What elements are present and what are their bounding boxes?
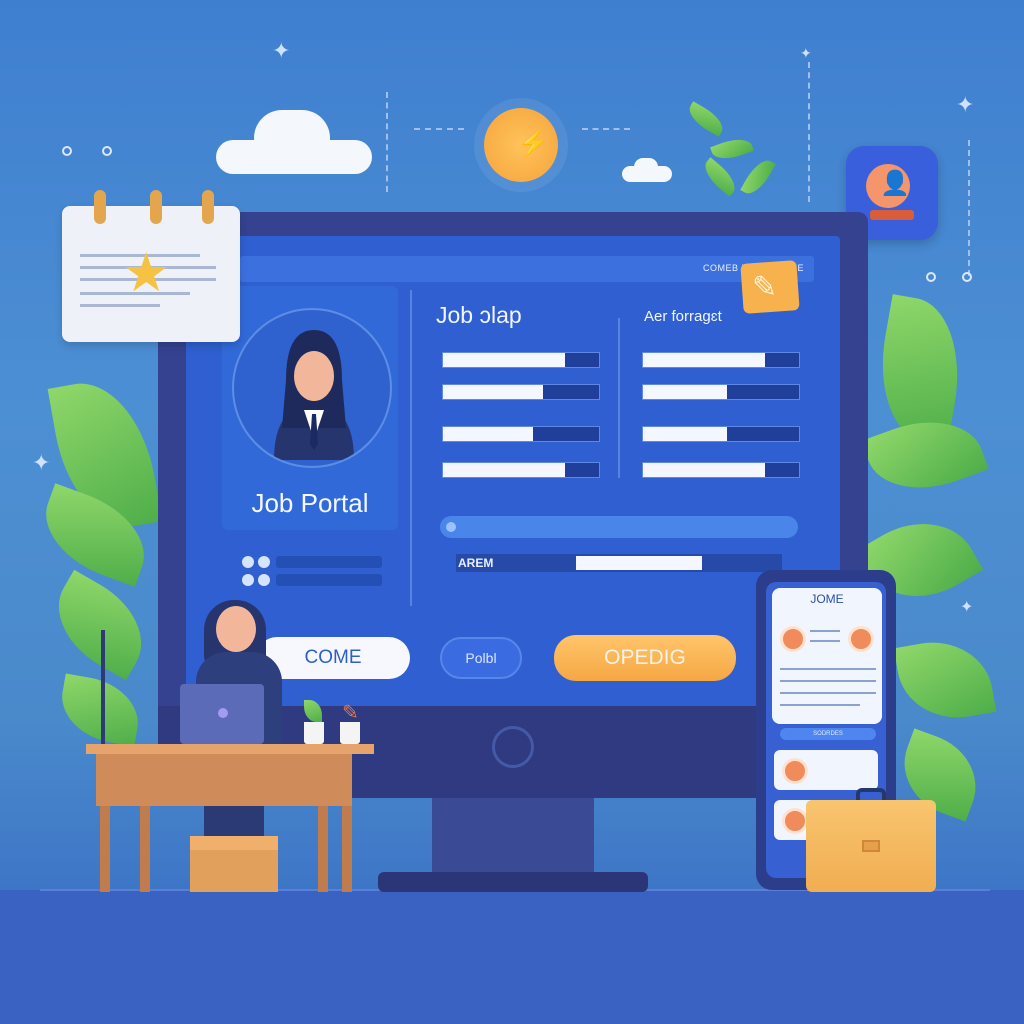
plant-leaf <box>710 133 754 165</box>
avatar <box>782 758 808 784</box>
screen-topbar: COMEB DNOTMOTNE <box>240 256 814 282</box>
monitor-stand <box>432 798 594 878</box>
portal-title: Job Portal <box>251 488 369 518</box>
guide-line <box>582 128 630 130</box>
plant-leaf <box>698 157 742 197</box>
search-input[interactable] <box>440 516 798 538</box>
phone-line <box>780 668 876 670</box>
list-item[interactable] <box>276 556 382 568</box>
desk-leg <box>100 806 110 892</box>
briefcase-latch <box>862 840 880 852</box>
box-lid <box>190 836 278 850</box>
laptop-logo-icon <box>218 708 228 718</box>
phone-line <box>780 692 876 694</box>
list-item[interactable] <box>276 574 382 586</box>
desk-top <box>86 744 374 754</box>
desk-leg <box>342 806 352 892</box>
match-bar <box>642 462 800 478</box>
skill-bar <box>442 352 600 368</box>
badge-stand <box>870 210 914 220</box>
job-heading: Job ɔlap <box>436 302 522 328</box>
match-bar-fill <box>643 463 765 477</box>
skill-bar-fill <box>443 353 565 367</box>
skill-bar <box>442 426 600 442</box>
sparkle-icon: ✦ <box>960 599 974 616</box>
calendar-ring <box>202 190 214 224</box>
woman-avatar-icon <box>274 330 354 460</box>
list-bullet-icon <box>242 574 254 586</box>
column-divider <box>618 318 620 478</box>
desk-leg <box>318 806 328 892</box>
desk-body <box>96 754 352 806</box>
right-heading: Aer forragɛt <box>644 308 722 325</box>
match-bar <box>642 352 800 368</box>
person-legs <box>204 806 264 840</box>
apply-field[interactable] <box>576 556 702 570</box>
sparkle-icon: ✦ <box>32 450 51 475</box>
phone-button[interactable]: SODRDES <box>780 728 876 740</box>
apply-label: AREM <box>458 556 494 570</box>
power-button-icon[interactable] <box>492 726 534 768</box>
guide-line <box>414 128 464 130</box>
plant-leaf <box>684 101 728 137</box>
skill-bar-fill <box>443 385 543 399</box>
avatar <box>782 808 808 834</box>
match-bar <box>642 384 800 400</box>
phone-line <box>810 640 840 642</box>
avatar <box>848 626 874 652</box>
match-bar-fill <box>643 385 728 399</box>
cloud-large-top <box>254 110 330 166</box>
skill-bar-fill <box>443 427 534 441</box>
match-bar-fill <box>643 427 728 441</box>
column-divider <box>410 290 412 606</box>
match-bar <box>642 426 800 442</box>
skill-bar <box>442 462 600 478</box>
sparkle-icon: ✦ <box>800 45 812 61</box>
sparkle-icon: ✦ <box>956 92 975 117</box>
calendar-line <box>80 304 160 307</box>
list-bullet-icon <box>242 556 254 568</box>
phone-title: JOME <box>810 592 844 606</box>
plant-leaf <box>740 155 776 199</box>
skill-bar <box>442 384 600 400</box>
phone-line <box>780 680 876 682</box>
list-bullet-icon <box>258 574 270 586</box>
search-dot-icon <box>446 522 456 532</box>
avatar <box>780 626 806 652</box>
plant-leaf <box>39 569 161 681</box>
person-head <box>216 606 256 652</box>
pencil-cup <box>340 722 360 744</box>
guide-dot <box>62 146 72 156</box>
clock-hand: ⚡ <box>517 128 550 158</box>
skill-bar-fill <box>443 463 565 477</box>
plant-leaf <box>893 632 997 728</box>
person-icon: 👤 <box>880 170 910 197</box>
calendar-ring <box>150 190 162 224</box>
guide-line <box>968 140 970 276</box>
guide-line <box>808 62 810 202</box>
open-button[interactable]: OPEDIG <box>554 635 736 681</box>
floor <box>0 890 1024 1024</box>
phone-line <box>810 630 840 632</box>
phone-line <box>780 704 860 706</box>
avatar <box>232 308 392 468</box>
guide-dot <box>962 272 972 282</box>
portal-button[interactable]: Polbl <box>440 637 522 679</box>
plant-leaf <box>55 673 145 747</box>
pencil-icon: ✎ <box>752 271 778 304</box>
sparkle-icon: ✦ <box>272 38 291 63</box>
match-bar-fill <box>643 353 765 367</box>
calendar-ring <box>94 190 106 224</box>
monitor-base <box>378 872 648 892</box>
star-icon: ★ <box>122 243 171 303</box>
desk-leg <box>140 806 150 892</box>
guide-dot <box>926 272 936 282</box>
lamp-post <box>101 630 105 744</box>
plant-pot <box>304 722 324 744</box>
pencil-icon: ✎ <box>342 702 359 724</box>
guide-line <box>386 92 388 192</box>
guide-dot <box>102 146 112 156</box>
cloud-small-top <box>634 158 658 176</box>
list-bullet-icon <box>258 556 270 568</box>
